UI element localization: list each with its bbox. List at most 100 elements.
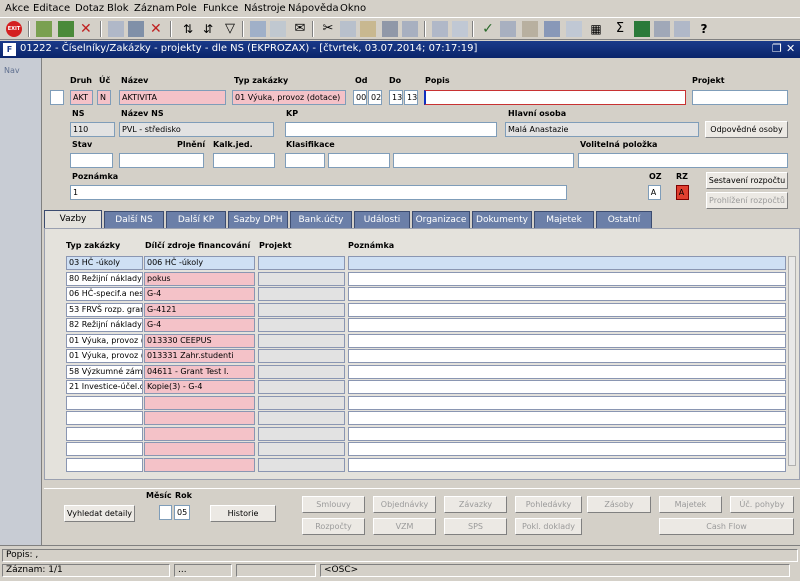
tab-sazby-dph[interactable]: Sazby DPH bbox=[228, 211, 288, 228]
odpovedne-osoby-button[interactable]: Odpovědné osoby bbox=[705, 121, 788, 138]
grid-cell-zdroj[interactable]: Kopie(3) - G-4 bbox=[144, 380, 255, 394]
menu-zaznam[interactable]: Záznam bbox=[134, 3, 174, 14]
filter-icon[interactable]: ▽ bbox=[222, 21, 238, 37]
plneni-field[interactable] bbox=[119, 153, 204, 168]
mail-icon[interactable]: ✉ bbox=[292, 21, 308, 37]
grid-cell-poznamka[interactable] bbox=[348, 333, 786, 348]
mesic-field[interactable] bbox=[159, 505, 172, 520]
menu-editace[interactable]: Editace bbox=[33, 3, 70, 14]
grid-cell-projekt[interactable] bbox=[258, 333, 345, 348]
grid-cell-zdroj[interactable]: 013330 CEEPUS bbox=[144, 333, 255, 348]
vyhledat-detaily-button[interactable]: Vyhledat detaily bbox=[64, 505, 135, 522]
grid-cell-typ-zakazky[interactable]: 03 HČ -úkoly bbox=[66, 256, 143, 270]
od-day-field[interactable]: 00 bbox=[353, 90, 367, 105]
tab-dalsi-kp[interactable]: Další KP bbox=[166, 211, 226, 228]
rok-field[interactable]: 05 bbox=[174, 505, 190, 520]
grid-cell-projekt[interactable] bbox=[258, 426, 345, 441]
sestaveni-rozpoctu-button[interactable]: Sestavení rozpočtu bbox=[706, 172, 788, 189]
zasoby-button[interactable]: Zásoby bbox=[587, 496, 651, 513]
grid-cell-typ-zakazky[interactable]: 01 Výuka, provoz ( bbox=[66, 349, 143, 363]
kalk-jed-field[interactable] bbox=[213, 153, 275, 168]
grid-cell-poznamka[interactable] bbox=[348, 271, 786, 286]
pokl-doklady-button[interactable]: Pokl. doklady bbox=[515, 518, 582, 535]
grid-cell-poznamka[interactable] bbox=[348, 411, 786, 425]
grid-cell-poznamka[interactable] bbox=[348, 364, 786, 379]
klasifikace-field-1[interactable] bbox=[285, 153, 325, 168]
menu-akce[interactable]: Akce bbox=[5, 3, 29, 14]
window-icon[interactable] bbox=[544, 21, 560, 37]
grid-cell-poznamka[interactable] bbox=[348, 302, 786, 317]
historie-button[interactable]: Historie bbox=[210, 505, 276, 522]
nazev-field[interactable]: AKTIVITA bbox=[119, 90, 226, 105]
grid-cell-zdroj[interactable]: G-4121 bbox=[144, 302, 255, 317]
save-icon[interactable] bbox=[36, 21, 52, 37]
druh-field[interactable]: AKT bbox=[70, 90, 93, 105]
tab-vazby[interactable]: Vazby bbox=[44, 210, 102, 229]
calculator-icon[interactable]: ▦ bbox=[588, 21, 604, 37]
grid-cell-projekt[interactable] bbox=[258, 380, 345, 394]
grid-cell-zdroj[interactable] bbox=[144, 442, 255, 456]
print-icon[interactable] bbox=[250, 21, 266, 37]
close-icon[interactable]: ✕ bbox=[786, 42, 795, 55]
grid-cell-zdroj[interactable] bbox=[144, 395, 255, 410]
grid-cell-projekt[interactable] bbox=[258, 364, 345, 379]
report-icon[interactable] bbox=[654, 21, 670, 37]
record-select-checkbox[interactable] bbox=[50, 90, 64, 105]
uc-pohyby-button[interactable]: Úč. pohyby bbox=[730, 496, 794, 513]
delete-record-icon[interactable]: ✕ bbox=[80, 21, 96, 37]
help-icon[interactable]: ? bbox=[696, 21, 712, 37]
stav-field[interactable] bbox=[70, 153, 113, 168]
grid-cell-projekt[interactable] bbox=[258, 457, 345, 472]
sort-desc-icon[interactable]: ⇵ bbox=[200, 21, 216, 37]
grid-cell-projekt[interactable] bbox=[258, 395, 345, 410]
grid-cell-zdroj[interactable]: G-4 bbox=[144, 287, 255, 301]
grid-cell-zdroj[interactable]: 04611 - Grant Test I. bbox=[144, 364, 255, 379]
do-day-field[interactable]: 13 bbox=[389, 90, 403, 105]
grid-cell-typ-zakazky[interactable] bbox=[66, 426, 143, 441]
rz-field[interactable]: A bbox=[676, 185, 689, 200]
nav-pane[interactable]: Nav bbox=[0, 58, 42, 545]
grid-cell-zdroj[interactable] bbox=[144, 411, 255, 425]
grid-cell-poznamka[interactable] bbox=[348, 380, 786, 394]
grid-cell-projekt[interactable] bbox=[258, 349, 345, 363]
grid-cell-typ-zakazky[interactable] bbox=[66, 442, 143, 456]
grid-cell-projekt[interactable] bbox=[258, 302, 345, 317]
menu-pole[interactable]: Pole bbox=[176, 3, 197, 14]
cut-icon[interactable]: ✂ bbox=[320, 21, 336, 37]
grid-cell-typ-zakazky[interactable]: 01 Výuka, provoz ( bbox=[66, 333, 143, 348]
query-execute-icon[interactable] bbox=[128, 21, 144, 37]
calendar-icon[interactable] bbox=[566, 21, 582, 37]
klasifikace-field-2[interactable] bbox=[328, 153, 390, 168]
rozpocty-button[interactable]: Rozpočty bbox=[302, 518, 365, 535]
grid-cell-zdroj[interactable]: pokus bbox=[144, 271, 255, 286]
smlouvy-button[interactable]: Smlouvy bbox=[302, 496, 365, 513]
zavazky-button[interactable]: Závazky bbox=[444, 496, 507, 513]
grid-cell-poznamka[interactable] bbox=[348, 349, 786, 363]
grid-cell-projekt[interactable] bbox=[258, 411, 345, 425]
insert-record-icon[interactable] bbox=[58, 21, 74, 37]
grid-cell-typ-zakazky[interactable]: 80 Režijní náklady bbox=[66, 271, 143, 286]
duplicate-field-icon[interactable] bbox=[402, 21, 418, 37]
document-icon[interactable] bbox=[674, 21, 690, 37]
kp-field[interactable] bbox=[285, 122, 497, 137]
grid-cell-typ-zakazky[interactable]: 58 Výzkumné zám bbox=[66, 364, 143, 379]
projekt-field[interactable] bbox=[692, 90, 788, 105]
majetek-button[interactable]: Majetek bbox=[659, 496, 722, 513]
tab-bank-ucty[interactable]: Bank.účty bbox=[290, 211, 352, 228]
menu-napoveda[interactable]: Nápověda bbox=[288, 3, 339, 14]
menu-blok[interactable]: Blok bbox=[107, 3, 129, 14]
grid-cell-zdroj[interactable] bbox=[144, 426, 255, 441]
restore-icon[interactable]: ❐ bbox=[772, 42, 782, 55]
grid-cell-typ-zakazky[interactable] bbox=[66, 395, 143, 410]
do-month-field[interactable]: 13 bbox=[404, 90, 418, 105]
grid-cell-zdroj[interactable] bbox=[144, 457, 255, 472]
grid-cell-poznamka[interactable] bbox=[348, 442, 786, 456]
prohlizeni-rozpoctu-button[interactable]: Prohlížení rozpočtů bbox=[706, 192, 788, 209]
grid-cell-projekt[interactable] bbox=[258, 318, 345, 332]
grid-cell-projekt[interactable] bbox=[258, 442, 345, 456]
grid-cell-poznamka[interactable] bbox=[348, 256, 786, 270]
grid-cell-typ-zakazky[interactable]: 82 Režijní náklady bbox=[66, 318, 143, 332]
grid-cell-zdroj[interactable]: G-4 bbox=[144, 318, 255, 332]
excel-icon[interactable] bbox=[634, 21, 650, 37]
grid-cell-zdroj[interactable]: 013331 Zahr.studenti bbox=[144, 349, 255, 363]
